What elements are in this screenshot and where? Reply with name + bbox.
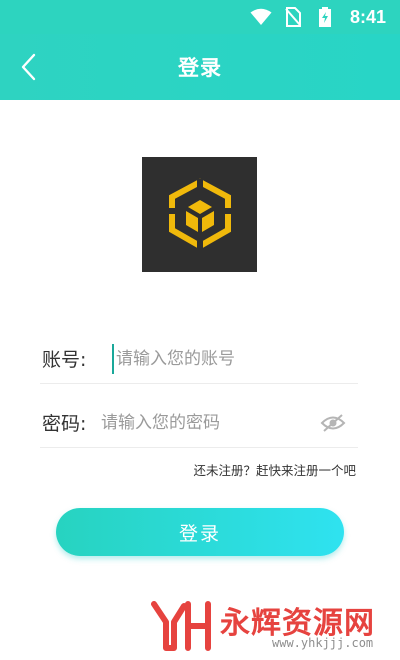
watermark-url: www.yhkjjj.com [272,636,374,650]
password-label: 密码: [42,413,87,435]
no-sim-icon [282,7,304,27]
password-input[interactable] [101,407,320,438]
status-bar: 8:41 [0,0,400,34]
watermark: 永辉资源网 www.yhkjjj.com [150,596,390,656]
app-bar: 登录 [0,34,400,100]
app-logo [142,157,257,272]
password-visibility-toggle[interactable] [320,411,346,435]
status-time: 8:41 [349,6,386,27]
account-label: 账号: [42,349,87,371]
password-row: 密码: [40,398,358,448]
back-button[interactable] [14,52,44,82]
binance-cube-logo [167,178,232,250]
chevron-left-icon [21,53,36,81]
watermark-logo [151,601,211,651]
register-link[interactable]: 还未注册？赶快来注册一个吧 [193,460,356,479]
account-input[interactable] [112,343,358,374]
battery-charging-icon [314,7,336,27]
wifi-icon [250,7,272,27]
page-title: 登录 [178,56,222,80]
account-row: 账号: [40,334,358,384]
login-button[interactable]: 登录 [56,508,344,556]
eye-off-icon [320,413,346,432]
